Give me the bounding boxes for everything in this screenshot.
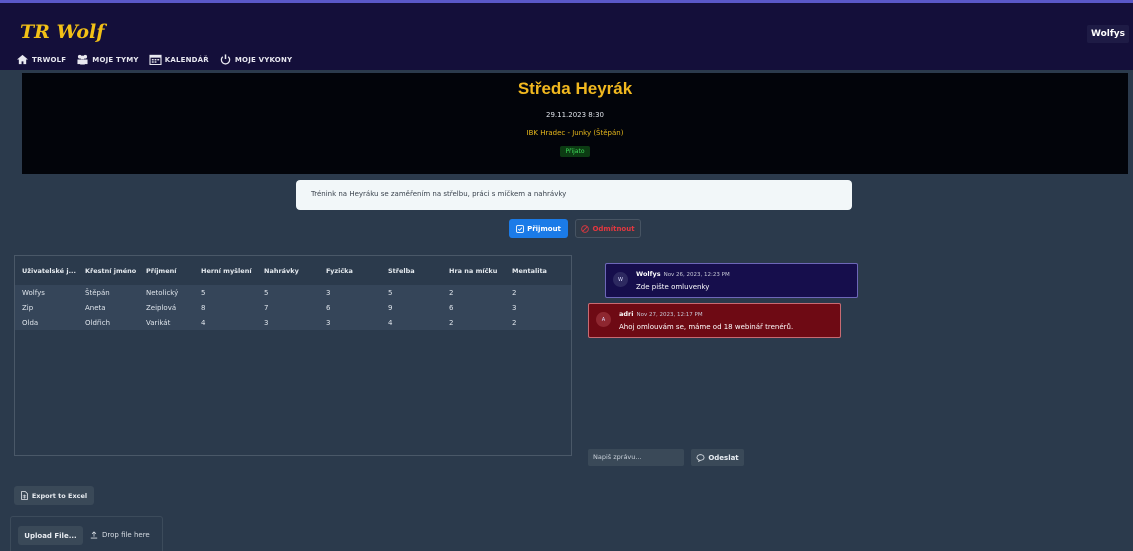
table-cell: 4: [381, 315, 442, 330]
nav-item-kalendar[interactable]: KALENDÁŘ: [149, 54, 209, 65]
check-square-icon: [516, 224, 524, 233]
calendar-icon: [149, 54, 162, 65]
nav-label: MOJE TYMY: [92, 55, 139, 64]
table-cell: 7: [257, 300, 319, 315]
nav-item-moje-tymy[interactable]: MOJE TYMY: [76, 54, 139, 65]
table-row[interactable]: Olda Oldřich Varikát 4 3 3 4 2 2: [15, 315, 571, 330]
table-cell: 9: [381, 300, 442, 315]
table-cell: 3: [505, 300, 571, 315]
message-header: adri Nov 27, 2023, 12:17 PM: [619, 310, 703, 318]
table-cell: Varikát: [139, 315, 194, 330]
player-stats-table: Uživatelské j... Křestní jméno Příjmení …: [14, 255, 572, 456]
send-label: Odeslat: [708, 453, 739, 462]
send-button[interactable]: Odeslat: [691, 449, 744, 466]
table-cell: 2: [442, 315, 505, 330]
user-menu-button[interactable]: Wolfys: [1086, 25, 1129, 43]
team-icon: [77, 54, 88, 65]
fitness-icon: [220, 54, 231, 65]
column-header[interactable]: Střelba: [381, 256, 442, 285]
upload-file-button[interactable]: Upload File...: [18, 526, 83, 545]
avatar: W: [613, 272, 628, 287]
event-description: Trénink na Heyráku se zaměřením na střel…: [296, 180, 852, 210]
table-cell: 2: [442, 285, 505, 300]
export-label: Export to Excel: [31, 491, 88, 500]
ban-icon: [581, 224, 590, 233]
nav-label: TRWOLF: [32, 55, 67, 64]
accept-label: Přijmout: [527, 224, 561, 233]
table-cell: Wolfys: [15, 285, 78, 300]
table-cell: 3: [257, 315, 319, 330]
table-cell: 2: [505, 315, 571, 330]
file-upload-area[interactable]: Upload File... Drop file here: [10, 516, 163, 551]
table-cell: 3: [319, 315, 381, 330]
table-cell: 8: [194, 300, 257, 315]
table-cell: 6: [442, 300, 505, 315]
table-row[interactable]: Wolfys Štěpán Netolický 5 5 3 5 2 2: [15, 285, 571, 300]
nav-item-trwolf[interactable]: TRWOLF: [16, 54, 66, 65]
table-header-row: Uživatelské j... Křestní jméno Příjmení …: [15, 256, 571, 285]
export-excel-button[interactable]: Export to Excel: [14, 486, 94, 505]
table-row[interactable]: Zip Aneta Zeiplová 8 7 6 9 6 3: [15, 300, 571, 315]
message-author: Wolfys: [636, 270, 661, 278]
chat-bubble-icon: [696, 453, 705, 462]
nav-label: KALENDÁŘ: [164, 55, 209, 64]
column-header[interactable]: Herní myšlení: [194, 256, 257, 285]
table-cell: Aneta: [78, 300, 139, 315]
table-cell: Zeiplová: [139, 300, 194, 315]
decline-label: Odmítnout: [592, 224, 635, 233]
column-header[interactable]: Křestní jméno: [78, 256, 139, 285]
chat-message: W Wolfys Nov 26, 2023, 12:23 PM Zde pište…: [605, 263, 858, 298]
table-cell: 5: [381, 285, 442, 300]
column-header[interactable]: Mentalita: [505, 256, 571, 285]
column-header[interactable]: Hra na míčku: [442, 256, 505, 285]
table-cell: 5: [257, 285, 319, 300]
message-author: adri: [619, 310, 634, 318]
brand-logo[interactable]: TR Wolf: [20, 21, 104, 43]
event-date: 29.11.2023 8:30: [545, 111, 605, 119]
chat-message-input[interactable]: Napiš zprávu...: [588, 449, 684, 466]
table-cell: 2: [505, 285, 571, 300]
table-cell: Netolický: [139, 285, 194, 300]
column-header[interactable]: Příjmení: [139, 256, 194, 285]
top-navbar: TR Wolf Wolfys TRWOLF MOJE TYMY KALENDÁŘ…: [0, 0, 1133, 70]
message-header: Wolfys Nov 26, 2023, 12:23 PM: [636, 270, 730, 278]
column-header[interactable]: Fyzička: [319, 256, 381, 285]
status-badge: Přijato: [560, 146, 590, 157]
column-header[interactable]: Uživatelské j...: [15, 256, 78, 285]
table-cell: Olda: [15, 315, 78, 330]
message-time: Nov 27, 2023, 12:17 PM: [636, 312, 703, 318]
decline-button[interactable]: Odmítnout: [575, 219, 641, 238]
home-icon: [17, 54, 28, 65]
chat-message: A adri Nov 27, 2023, 12:17 PM Ahoj omlouv…: [588, 303, 841, 338]
table-cell: Štěpán: [78, 285, 139, 300]
main-nav: TRWOLF MOJE TYMY KALENDÁŘ MOJE VYKONY: [16, 54, 292, 65]
table-cell: Zip: [15, 300, 78, 315]
nav-label: MOJE VYKONY: [234, 55, 293, 64]
upload-icon: [90, 531, 98, 539]
message-text: Ahoj omlouvám se, máme od 18 webinář tre…: [619, 323, 794, 331]
nav-item-moje-vykony[interactable]: MOJE VYKONY: [219, 54, 292, 65]
file-spreadsheet-icon: [20, 491, 28, 500]
event-title: Středa Heyrák: [517, 79, 633, 98]
table-cell: 5: [194, 285, 257, 300]
event-venue: IBK Hradec - Junky (Štěpán): [526, 129, 624, 137]
drop-zone[interactable]: Drop file here: [90, 531, 150, 539]
message-text: Zde pište omluvenky: [636, 283, 710, 291]
drop-label: Drop file here: [102, 531, 150, 539]
table-cell: 3: [319, 285, 381, 300]
event-header: Středa Heyrák 29.11.2023 8:30 IBK Hradec…: [22, 73, 1128, 174]
accept-button[interactable]: Přijmout: [509, 219, 568, 238]
table-cell: 6: [319, 300, 381, 315]
column-header[interactable]: Nahrávky: [257, 256, 319, 285]
message-time: Nov 26, 2023, 12:23 PM: [663, 272, 730, 278]
avatar: A: [596, 312, 611, 327]
table-cell: Oldřich: [78, 315, 139, 330]
table-cell: 4: [194, 315, 257, 330]
